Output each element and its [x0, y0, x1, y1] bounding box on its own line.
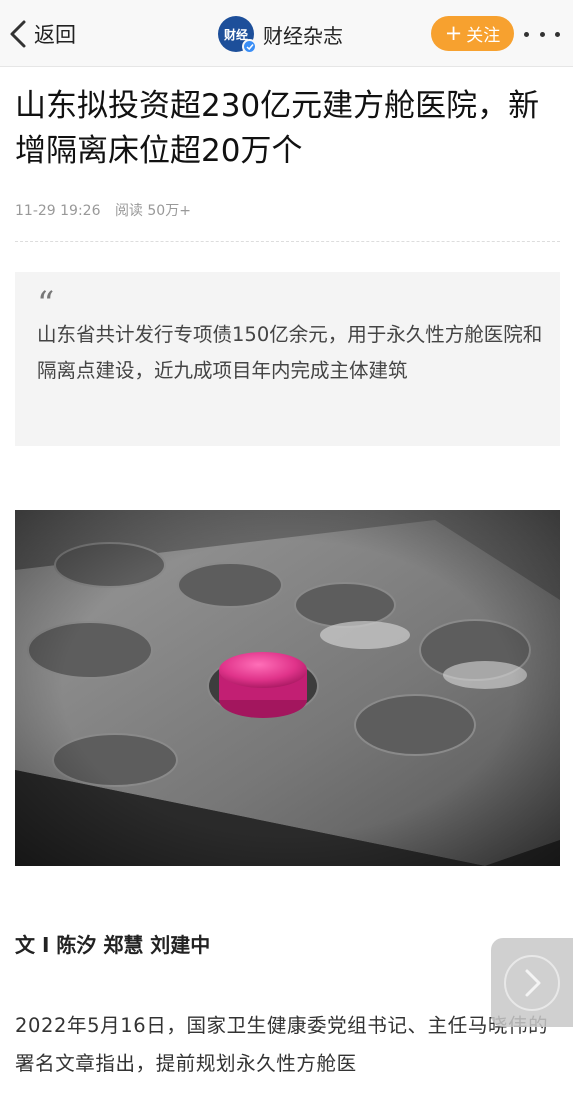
- article-title: 山东拟投资超230亿元建方舱医院，新增隔离床位超20万个: [15, 88, 540, 169]
- account-name: 财经杂志: [263, 23, 343, 48]
- more-button[interactable]: [524, 24, 560, 44]
- brand-logo: 财经: [218, 16, 257, 54]
- more-dot: [524, 31, 529, 37]
- chevron-right-icon: [525, 969, 541, 996]
- more-dot: [539, 31, 545, 37]
- top-bar: 返回 财经 财经杂志 + 关注: [0, 0, 573, 67]
- article-body: 2022年5月16日，国家卫生健康委党组书记、主任马晓伟的署名文章指出，提前规划…: [15, 1014, 549, 1075]
- follow-button[interactable]: + 关注: [431, 16, 514, 51]
- next-article-button[interactable]: [491, 938, 573, 1027]
- pill-blister-photo: [15, 510, 560, 866]
- plus-icon: +: [444, 21, 463, 45]
- read-count: 阅读 50万+: [114, 203, 191, 219]
- account-brand[interactable]: 财经 财经杂志: [218, 15, 343, 54]
- divider: [15, 241, 560, 242]
- verified-badge-icon: [242, 39, 257, 54]
- chevron-left-icon: [10, 20, 26, 48]
- summary-quote: “ 山东省共计发行专项债150亿余元，用于永久性方舱医院和隔离点建设，近九成项目…: [15, 272, 560, 446]
- article-meta: 11-29 19:26 阅读 50万+: [15, 200, 201, 220]
- follow-label: 关注: [466, 26, 501, 46]
- more-dot: [555, 31, 560, 37]
- summary-text: 山东省共计发行专项债150亿余元，用于永久性方舱医院和隔离点建设，近九成项目年内…: [37, 323, 543, 382]
- next-circle: [504, 954, 560, 1011]
- back-label: 返回: [34, 23, 76, 47]
- publish-date: 11-29 19:26: [15, 203, 101, 219]
- back-button[interactable]: 返回: [8, 16, 76, 52]
- byline: 文 I 陈汐 郑慧 刘建中: [15, 933, 211, 957]
- article-photo[interactable]: [15, 510, 560, 866]
